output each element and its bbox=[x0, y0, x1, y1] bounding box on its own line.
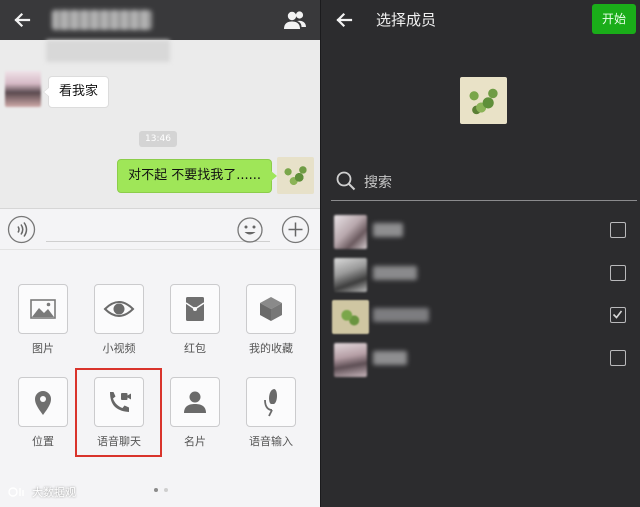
red-packet-icon bbox=[185, 297, 205, 321]
eye-icon bbox=[103, 301, 135, 317]
feature-label: 语音输入 bbox=[249, 435, 293, 448]
member-name-blurred bbox=[373, 351, 407, 365]
start-button[interactable]: 开始 bbox=[592, 4, 636, 34]
favorites-button[interactable]: 我的收藏 bbox=[236, 284, 306, 374]
member-avatar bbox=[332, 300, 369, 334]
watermark-logo-icon bbox=[8, 487, 24, 497]
location-pin-icon bbox=[35, 391, 51, 415]
feature-label: 位置 bbox=[32, 435, 54, 448]
page-dot-active bbox=[154, 488, 158, 492]
page-title: 选择成员 bbox=[376, 11, 437, 29]
feature-label: 名片 bbox=[184, 435, 206, 448]
search-bar[interactable]: 搜索 bbox=[331, 163, 637, 201]
member-checkbox[interactable] bbox=[610, 265, 626, 281]
chat-header bbox=[0, 0, 320, 40]
member-checkbox[interactable] bbox=[610, 222, 626, 238]
checkmark-icon bbox=[612, 310, 623, 319]
member-row[interactable] bbox=[321, 339, 640, 383]
member-checkbox-checked[interactable] bbox=[610, 307, 626, 323]
selected-member-avatar[interactable] bbox=[460, 77, 507, 124]
received-message[interactable]: 看我家 bbox=[42, 76, 110, 108]
back-arrow-icon[interactable] bbox=[330, 6, 358, 34]
emoji-icon[interactable] bbox=[236, 216, 264, 244]
member-row[interactable] bbox=[321, 254, 640, 298]
search-icon bbox=[336, 171, 356, 191]
person-card-icon bbox=[184, 391, 206, 413]
feature-label: 红包 bbox=[184, 342, 206, 355]
watermark: 大数据观 bbox=[8, 485, 98, 501]
red-packet-button[interactable]: 红包 bbox=[160, 284, 230, 374]
photo-button[interactable]: 图片 bbox=[8, 284, 78, 374]
member-avatar bbox=[334, 258, 367, 292]
location-button[interactable]: 位置 bbox=[8, 377, 78, 467]
page-indicator bbox=[150, 488, 180, 494]
member-name-blurred bbox=[373, 223, 403, 237]
member-checkbox[interactable] bbox=[610, 350, 626, 366]
plus-icon[interactable] bbox=[281, 215, 310, 244]
group-members-icon[interactable] bbox=[281, 6, 309, 34]
member-avatar bbox=[334, 215, 367, 249]
member-name-blurred bbox=[373, 266, 417, 280]
select-members-screen: 选择成员 开始 搜索 bbox=[320, 0, 640, 507]
short-video-button[interactable]: 小视频 bbox=[84, 284, 154, 374]
member-row[interactable] bbox=[321, 296, 640, 340]
sent-message[interactable]: 对不起 不要找我了...... bbox=[117, 159, 277, 193]
message-list[interactable]: 看我家 13:46 对不起 不要找我了...... bbox=[0, 40, 320, 208]
voice-mode-icon[interactable] bbox=[7, 215, 36, 244]
back-arrow-icon[interactable] bbox=[8, 6, 36, 34]
contact-avatar[interactable] bbox=[5, 71, 41, 107]
my-avatar[interactable] bbox=[277, 157, 314, 194]
previous-message-blurred bbox=[46, 40, 170, 62]
watermark-text: 大数据观 bbox=[32, 486, 76, 499]
message-timestamp: 13:46 bbox=[139, 131, 177, 147]
chat-screen: 看我家 13:46 对不起 不要找我了...... 图片 小视频 红包 我的收藏… bbox=[0, 0, 320, 507]
name-card-button[interactable]: 名片 bbox=[160, 377, 230, 467]
input-bar bbox=[0, 208, 320, 250]
feature-label: 图片 bbox=[32, 342, 54, 355]
member-avatar bbox=[334, 343, 367, 377]
feature-label: 小视频 bbox=[102, 342, 136, 355]
voice-chat-highlight bbox=[75, 368, 162, 457]
member-name-blurred bbox=[373, 308, 429, 322]
cube-icon bbox=[260, 297, 282, 321]
photo-icon bbox=[30, 299, 56, 319]
microphone-icon bbox=[264, 389, 277, 417]
feature-panel: 图片 小视频 红包 我的收藏 位置 语音聊天 名片 语音输入 bbox=[0, 250, 320, 507]
feature-label: 我的收藏 bbox=[249, 342, 293, 355]
voice-input-button[interactable]: 语音输入 bbox=[236, 377, 306, 467]
member-row[interactable] bbox=[321, 211, 640, 255]
search-placeholder: 搜索 bbox=[364, 175, 392, 191]
chat-title-blurred bbox=[52, 10, 152, 30]
page-dot bbox=[164, 488, 168, 492]
